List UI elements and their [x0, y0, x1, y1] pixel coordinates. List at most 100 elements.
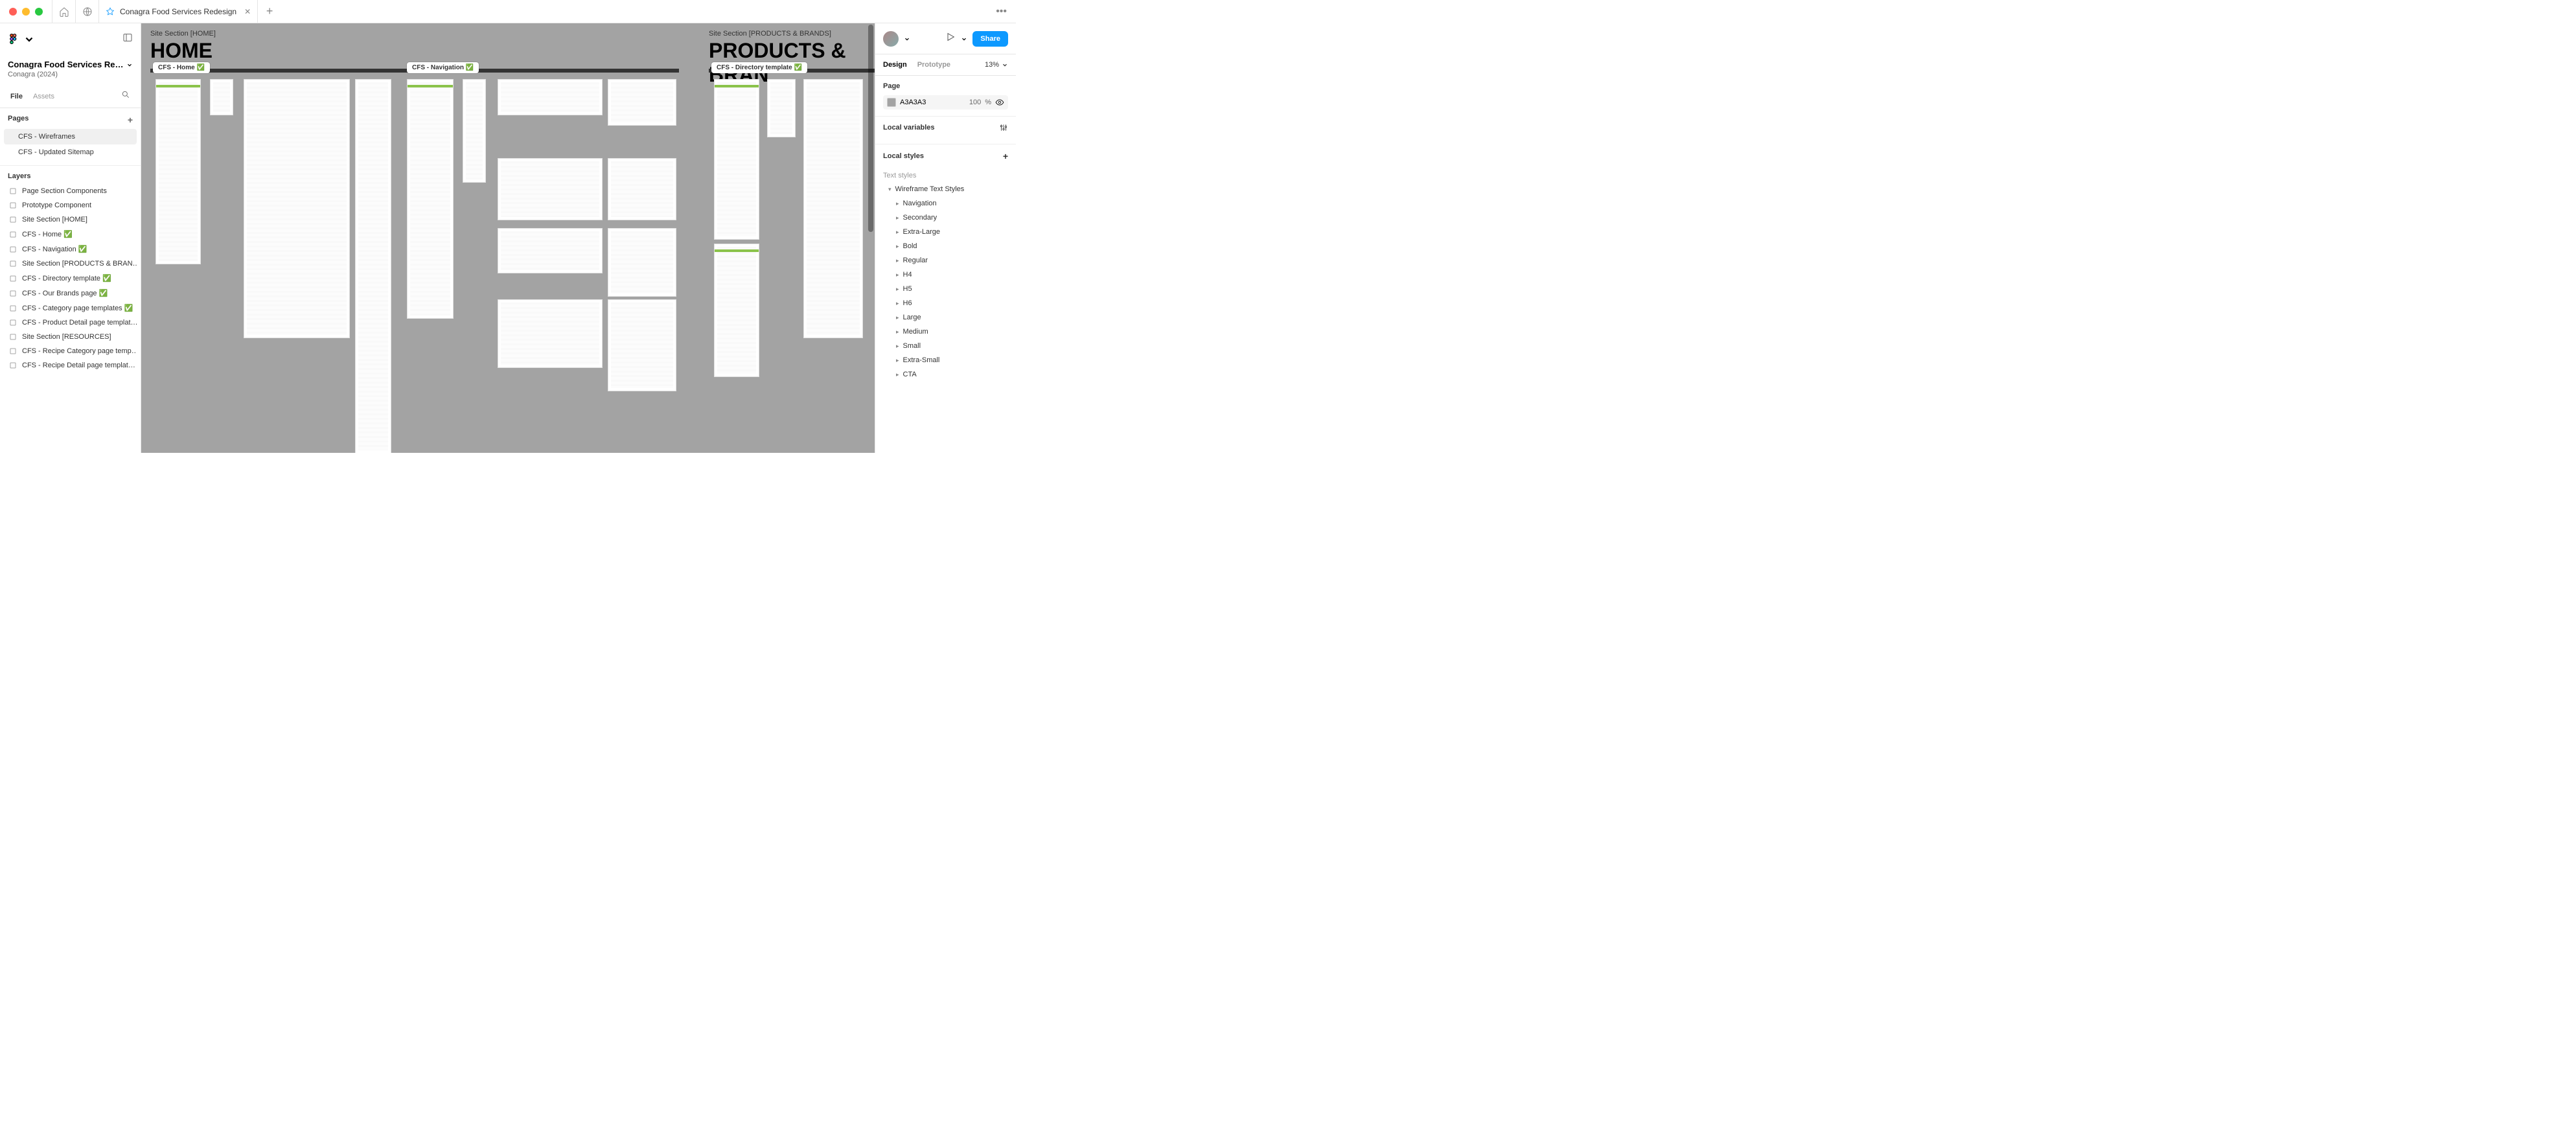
text-style-item[interactable]: ▸Large — [883, 310, 1008, 325]
layer-item[interactable]: Prototype Component — [4, 198, 137, 212]
project-title-text: Conagra Food Services Re… — [8, 60, 123, 69]
layer-item[interactable]: Site Section [HOME] — [4, 212, 137, 227]
wireframe-thumbnail[interactable] — [498, 158, 603, 220]
text-style-item[interactable]: ▸H6 — [883, 296, 1008, 310]
add-page-button[interactable]: + — [128, 115, 133, 125]
add-tab-button[interactable]: + — [258, 5, 281, 18]
color-hex-value[interactable]: A3A3A3 — [900, 98, 965, 106]
close-window-button[interactable] — [9, 8, 17, 16]
layer-item[interactable]: Site Section [PRODUCTS & BRAN… — [4, 257, 137, 271]
wireframe-thumbnail[interactable] — [767, 79, 796, 137]
style-group[interactable]: ▾ Wireframe Text Styles — [883, 182, 1008, 196]
project-title[interactable]: Conagra Food Services Re… — [0, 54, 141, 71]
page-item[interactable]: CFS - Wireframes — [4, 129, 137, 144]
section-label-products: Site Section [PRODUCTS & BRANDS] — [709, 30, 831, 38]
frame-label-home[interactable]: CFS - Home ✅ — [153, 62, 210, 73]
settings-icon[interactable] — [999, 123, 1008, 132]
wireframe-thumbnail[interactable] — [210, 79, 233, 115]
wireframe-thumbnail[interactable] — [155, 79, 201, 264]
wireframe-thumbnail[interactable] — [608, 228, 676, 297]
text-style-item[interactable]: ▸Extra-Small — [883, 353, 1008, 367]
chevron-down-icon[interactable] — [961, 36, 967, 42]
text-style-item[interactable]: ▸Navigation — [883, 196, 1008, 211]
chevron-down-icon[interactable] — [904, 36, 910, 42]
style-list: ▸Navigation▸Secondary▸Extra-Large▸Bold▸R… — [883, 196, 1008, 382]
canvas[interactable]: Site Section [HOME] HOME Site Section [P… — [141, 23, 875, 453]
wireframe-thumbnail[interactable] — [244, 79, 350, 338]
present-button[interactable] — [945, 32, 956, 45]
section-label-home: Site Section [HOME] — [150, 30, 216, 38]
wireframe-thumbnail[interactable] — [714, 244, 759, 377]
eye-icon[interactable] — [995, 98, 1004, 107]
wireframe-thumbnail[interactable] — [355, 79, 391, 453]
frame-label-nav[interactable]: CFS - Navigation ✅ — [407, 62, 479, 73]
text-style-item[interactable]: ▸CTA — [883, 367, 1008, 382]
frame-label-dir[interactable]: CFS - Directory template ✅ — [711, 62, 807, 73]
text-style-item[interactable]: ▸Bold — [883, 239, 1008, 253]
avatar[interactable] — [883, 31, 899, 47]
text-style-item[interactable]: ▸H5 — [883, 282, 1008, 296]
percent-label: % — [985, 98, 991, 106]
wireframe-thumbnail[interactable] — [608, 79, 676, 126]
wireframe-thumbnail[interactable] — [498, 79, 603, 115]
add-style-button[interactable]: + — [1003, 151, 1008, 161]
layer-item[interactable]: CFS - Product Detail page templat… — [4, 316, 137, 330]
assets-panel-tab[interactable]: Assets — [28, 87, 60, 106]
wireframe-thumbnail[interactable] — [608, 158, 676, 220]
page-item[interactable]: CFS - Updated Sitemap — [4, 144, 137, 160]
layer-list: Page Section ComponentsPrototype Compone… — [0, 184, 141, 453]
layer-item[interactable]: CFS - Our Brands page ✅ — [4, 286, 137, 301]
canvas-scrollbar-vertical[interactable] — [867, 25, 873, 452]
minimize-window-button[interactable] — [22, 8, 30, 16]
text-style-item[interactable]: ▸Small — [883, 339, 1008, 353]
file-panel-tab[interactable]: File — [5, 87, 28, 106]
wireframe-thumbnail[interactable] — [463, 79, 486, 183]
color-opacity-value[interactable]: 100 — [969, 98, 981, 106]
layer-item[interactable]: Page Section Components — [4, 184, 137, 198]
text-style-item[interactable]: ▸Secondary — [883, 211, 1008, 225]
color-swatch[interactable] — [887, 98, 896, 107]
design-tab[interactable]: Design — [883, 54, 907, 75]
prototype-tab[interactable]: Prototype — [917, 54, 950, 75]
page-list: CFS - WireframesCFS - Updated Sitemap — [0, 129, 141, 165]
project-team-label[interactable]: Conagra (2024) — [0, 71, 141, 85]
text-style-item[interactable]: ▸Medium — [883, 325, 1008, 339]
text-style-item[interactable]: ▸H4 — [883, 268, 1008, 282]
home-button[interactable] — [52, 0, 75, 23]
text-style-item[interactable]: ▸Regular — [883, 253, 1008, 268]
style-group-name: Wireframe Text Styles — [895, 185, 965, 193]
layer-item[interactable]: CFS - Recipe Category page temp… — [4, 344, 137, 358]
layers-header[interactable]: Layers — [0, 165, 141, 184]
local-variables-header: Local variables — [883, 124, 935, 132]
wireframe-thumbnail[interactable] — [803, 79, 863, 338]
local-styles-header: Local styles — [883, 152, 924, 160]
toggle-sidebar-icon[interactable] — [122, 32, 133, 46]
wireframe-thumbnail[interactable] — [714, 79, 759, 240]
scrollbar-thumb[interactable] — [868, 25, 873, 232]
section-title-home: HOME — [150, 39, 213, 63]
wireframe-thumbnail[interactable] — [407, 79, 454, 319]
layer-item[interactable]: CFS - Recipe Detail page templat… — [4, 358, 137, 373]
close-tab-icon[interactable]: ✕ — [244, 7, 251, 16]
menu-dots-button[interactable]: ••• — [987, 6, 1016, 17]
wireframe-thumbnail[interactable] — [608, 299, 676, 391]
window-titlebar: Conagra Food Services Redesign ✕ + ••• — [0, 0, 1016, 23]
figma-menu-button[interactable] — [8, 33, 35, 45]
wireframe-thumbnail[interactable] — [498, 299, 603, 368]
wireframe-thumbnail[interactable] — [498, 228, 603, 273]
page-background-color[interactable]: A3A3A3 100 % — [883, 95, 1008, 109]
file-tab[interactable]: Conagra Food Services Redesign ✕ — [98, 0, 258, 23]
community-button[interactable] — [75, 0, 98, 23]
zoom-control[interactable]: 13% — [985, 61, 1008, 69]
pages-header[interactable]: Pages — [8, 115, 29, 125]
layer-item[interactable]: CFS - Home ✅ — [4, 227, 137, 242]
text-style-item[interactable]: ▸Extra-Large — [883, 225, 1008, 239]
layer-item[interactable]: Site Section [RESOURCES] — [4, 330, 137, 344]
layer-item[interactable]: CFS - Category page templates ✅ — [4, 301, 137, 316]
layer-item[interactable]: CFS - Navigation ✅ — [4, 242, 137, 257]
layer-item[interactable]: CFS - Directory template ✅ — [4, 271, 137, 286]
share-button[interactable]: Share — [972, 31, 1008, 47]
maximize-window-button[interactable] — [35, 8, 43, 16]
search-icon[interactable] — [116, 85, 135, 108]
left-panel: Conagra Food Services Re… Conagra (2024)… — [0, 23, 141, 453]
